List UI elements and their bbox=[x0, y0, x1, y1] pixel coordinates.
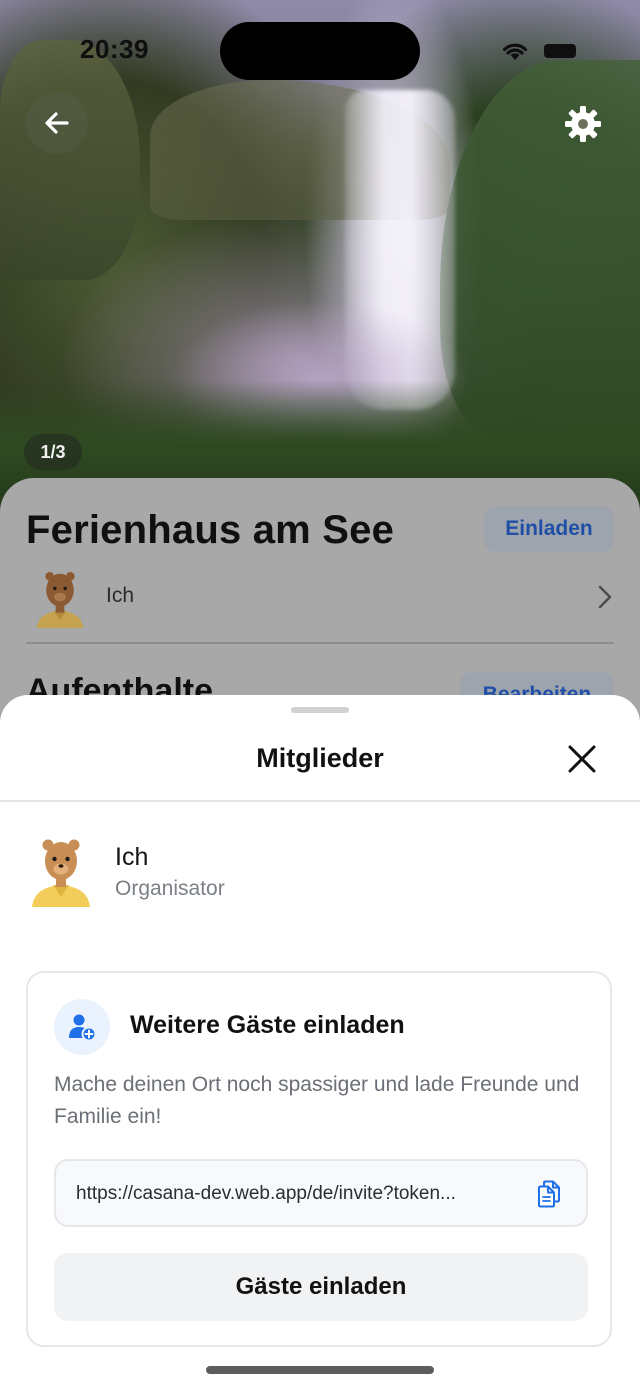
image-counter: 1/3 bbox=[24, 434, 82, 470]
chevron-right-icon bbox=[598, 585, 612, 609]
copy-icon bbox=[538, 1180, 560, 1208]
add-user-icon bbox=[69, 1014, 97, 1042]
invite-guests-button[interactable]: Gäste einladen bbox=[54, 1253, 588, 1321]
sheet-grabber[interactable] bbox=[291, 707, 349, 713]
divider bbox=[26, 642, 614, 644]
invite-card-title: Weitere Gäste einladen bbox=[130, 1011, 405, 1039]
invite-link-field[interactable]: https://casana-dev.web.app/de/invite?tok… bbox=[54, 1159, 588, 1227]
invite-card-description: Mache deinen Ort noch spassiger und lade… bbox=[54, 1073, 580, 1128]
member-row: Ich Organisator bbox=[30, 835, 610, 915]
member-role: Organisator bbox=[115, 877, 225, 900]
arrow-left-icon bbox=[45, 112, 69, 134]
invite-card: Weitere Gäste einladen Mache deinen Ort … bbox=[26, 971, 612, 1347]
back-button[interactable] bbox=[26, 92, 88, 154]
page-title: Ferienhaus am See bbox=[26, 508, 395, 552]
sheet-title: Mitglieder bbox=[256, 743, 384, 773]
avatar bbox=[36, 572, 84, 628]
divider bbox=[0, 800, 640, 802]
status-icons bbox=[500, 40, 590, 64]
member-name: Ich bbox=[115, 843, 149, 871]
owner-name: Ich bbox=[106, 584, 135, 607]
gear-icon bbox=[565, 106, 601, 142]
dynamic-island bbox=[220, 22, 420, 80]
wifi-icon bbox=[502, 43, 528, 60]
settings-button[interactable] bbox=[554, 95, 612, 153]
invite-button[interactable]: Einladen bbox=[484, 506, 614, 552]
add-user-icon-container bbox=[54, 999, 110, 1055]
members-sheet: Mitglieder Ich Organisator Weitere Gäste… bbox=[0, 695, 640, 1391]
close-button[interactable] bbox=[562, 739, 602, 779]
status-time: 20:39 bbox=[80, 34, 149, 64]
invite-link-text[interactable]: https://casana-dev.web.app/de/invite?tok… bbox=[76, 1183, 516, 1205]
home-indicator bbox=[206, 1366, 434, 1374]
copy-link-button[interactable] bbox=[534, 1179, 564, 1209]
battery-icon bbox=[544, 44, 576, 58]
avatar bbox=[32, 839, 90, 907]
close-icon bbox=[568, 745, 596, 773]
hero-left-rock bbox=[0, 40, 140, 280]
hero-image[interactable]: 20:39 1/3 bbox=[0, 0, 640, 520]
members-row[interactable]: Ich bbox=[26, 564, 614, 634]
